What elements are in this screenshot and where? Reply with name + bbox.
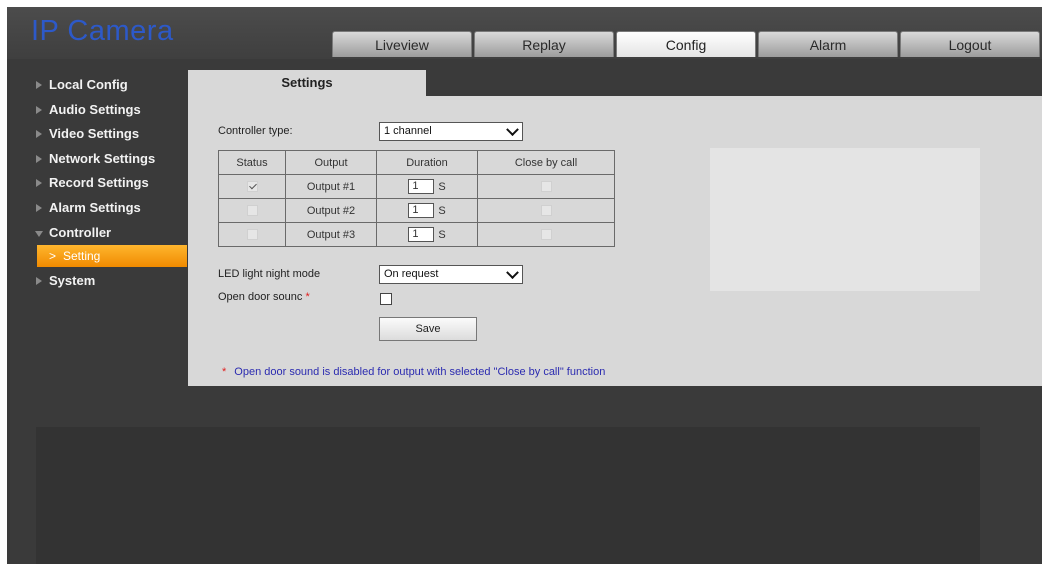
sidebar-item-controller[interactable]: Controller — [35, 221, 187, 246]
sidebar-item-system[interactable]: System — [35, 269, 187, 294]
close-by-call-checkbox[interactable] — [540, 181, 552, 193]
close-by-call-cell — [477, 174, 615, 199]
footnote-text: Open door sound is disabled for output w… — [234, 366, 606, 378]
app-frame: IP Camera Liveview Replay Config Alarm L… — [7, 7, 1042, 564]
duration-input[interactable]: 1 — [408, 203, 435, 218]
duration-cell: 1S — [376, 174, 478, 199]
sidebar-item-network-settings[interactable]: Network Settings — [35, 147, 187, 172]
output-cell: Output #2 — [285, 198, 377, 223]
arrow-right-icon — [36, 105, 42, 114]
arrow-right-icon — [36, 130, 42, 139]
sidebar-item-label: System — [49, 273, 96, 289]
sidebar-item-label: Video Settings — [49, 126, 140, 142]
arrow-right-icon — [36, 81, 42, 89]
status-checkbox[interactable] — [246, 181, 258, 193]
open-door-sound-label: Open door sounc * — [218, 291, 310, 303]
duration-input[interactable]: 1 — [408, 227, 435, 242]
sidebar-subitem-label: Setting — [63, 249, 101, 264]
duration-cell: 1S — [376, 222, 478, 247]
sidebar-item-label: Controller — [49, 224, 112, 240]
duration-input[interactable]: 1 — [408, 179, 435, 194]
led-mode-label: LED light night mode — [218, 268, 321, 280]
save-button[interactable]: Save — [379, 317, 477, 341]
sidebar-item-label: Alarm Settings — [49, 199, 141, 215]
duration-unit: S — [438, 228, 446, 241]
sidebar-item-alarm-settings[interactable]: Alarm Settings — [35, 196, 187, 221]
column-header: Status — [218, 150, 286, 175]
column-header: Close by call — [477, 150, 615, 175]
column-header: Duration — [376, 150, 478, 175]
panel-shade — [710, 148, 980, 291]
status-cell — [218, 174, 286, 199]
required-mark: * — [305, 291, 310, 303]
logo: IP Camera — [31, 15, 174, 47]
arrow-right-icon — [36, 203, 42, 212]
led-mode-value: On request — [384, 268, 439, 280]
tab-alarm[interactable]: Alarm — [758, 31, 898, 57]
tab-liveview[interactable]: Liveview — [332, 31, 472, 57]
chevron-right-icon: > — [49, 249, 57, 264]
tab-config[interactable]: Config — [616, 31, 756, 57]
open-door-sound-text: Open door sounc — [218, 291, 303, 303]
close-by-call-checkbox[interactable] — [540, 229, 552, 241]
controller-type-select[interactable]: 1 channel — [379, 122, 523, 141]
sidebar: Local Config Audio Settings Video Settin… — [35, 73, 187, 294]
sidebar-item-label: Network Settings — [49, 150, 156, 166]
sidebar-subitem-setting[interactable]: > Setting — [37, 245, 187, 268]
controller-type-label: Controller type: — [218, 125, 293, 137]
table-row: Output #2 1S — [218, 198, 615, 223]
settings-panel: Controller type: 1 channel Status Output… — [188, 96, 1042, 386]
outputs-table: Status Output Duration Close by call Out… — [218, 150, 615, 247]
table-header-row: Status Output Duration Close by call — [218, 150, 615, 175]
sidebar-item-label: Record Settings — [49, 175, 149, 191]
arrow-right-icon — [36, 154, 42, 163]
table-row: Output #3 1S — [218, 222, 615, 247]
status-cell — [218, 198, 286, 223]
arrow-down-icon — [35, 230, 43, 237]
duration-unit: S — [438, 204, 446, 217]
output-cell: Output #1 — [285, 174, 377, 199]
column-header: Output — [285, 150, 377, 175]
sidebar-item-local-config[interactable]: Local Config — [35, 73, 187, 98]
sidebar-item-record-settings[interactable]: Record Settings — [35, 171, 187, 196]
arrow-right-icon — [36, 179, 42, 188]
sidebar-item-video-settings[interactable]: Video Settings — [35, 122, 187, 147]
sidebar-item-label: Local Config — [49, 77, 128, 92]
controller-type-value: 1 channel — [384, 125, 432, 137]
duration-unit: S — [438, 180, 446, 193]
sidebar-item-audio-settings[interactable]: Audio Settings — [35, 98, 187, 123]
bottom-area — [36, 427, 980, 564]
chevron-down-icon — [506, 266, 519, 280]
status-checkbox[interactable] — [246, 205, 258, 217]
status-cell — [218, 222, 286, 247]
close-by-call-cell — [477, 222, 615, 247]
open-door-sound-checkbox[interactable] — [380, 293, 392, 305]
footnote: * Open door sound is disabled for output … — [222, 366, 605, 378]
settings-tab[interactable]: Settings — [188, 70, 426, 96]
chevron-down-icon — [506, 123, 519, 137]
sidebar-item-label: Audio Settings — [49, 101, 141, 117]
table-row: Output #1 1S — [218, 174, 615, 199]
arrow-right-icon — [36, 277, 42, 286]
status-checkbox[interactable] — [246, 229, 258, 241]
duration-cell: 1S — [376, 198, 478, 223]
close-by-call-checkbox[interactable] — [540, 205, 552, 217]
led-mode-select[interactable]: On request — [379, 265, 523, 284]
tab-replay[interactable]: Replay — [474, 31, 614, 57]
footnote-mark: * — [222, 366, 227, 378]
header: IP Camera Liveview Replay Config Alarm L… — [7, 7, 1042, 59]
tab-logout[interactable]: Logout — [900, 31, 1040, 57]
close-by-call-cell — [477, 198, 615, 223]
output-cell: Output #3 — [285, 222, 377, 247]
